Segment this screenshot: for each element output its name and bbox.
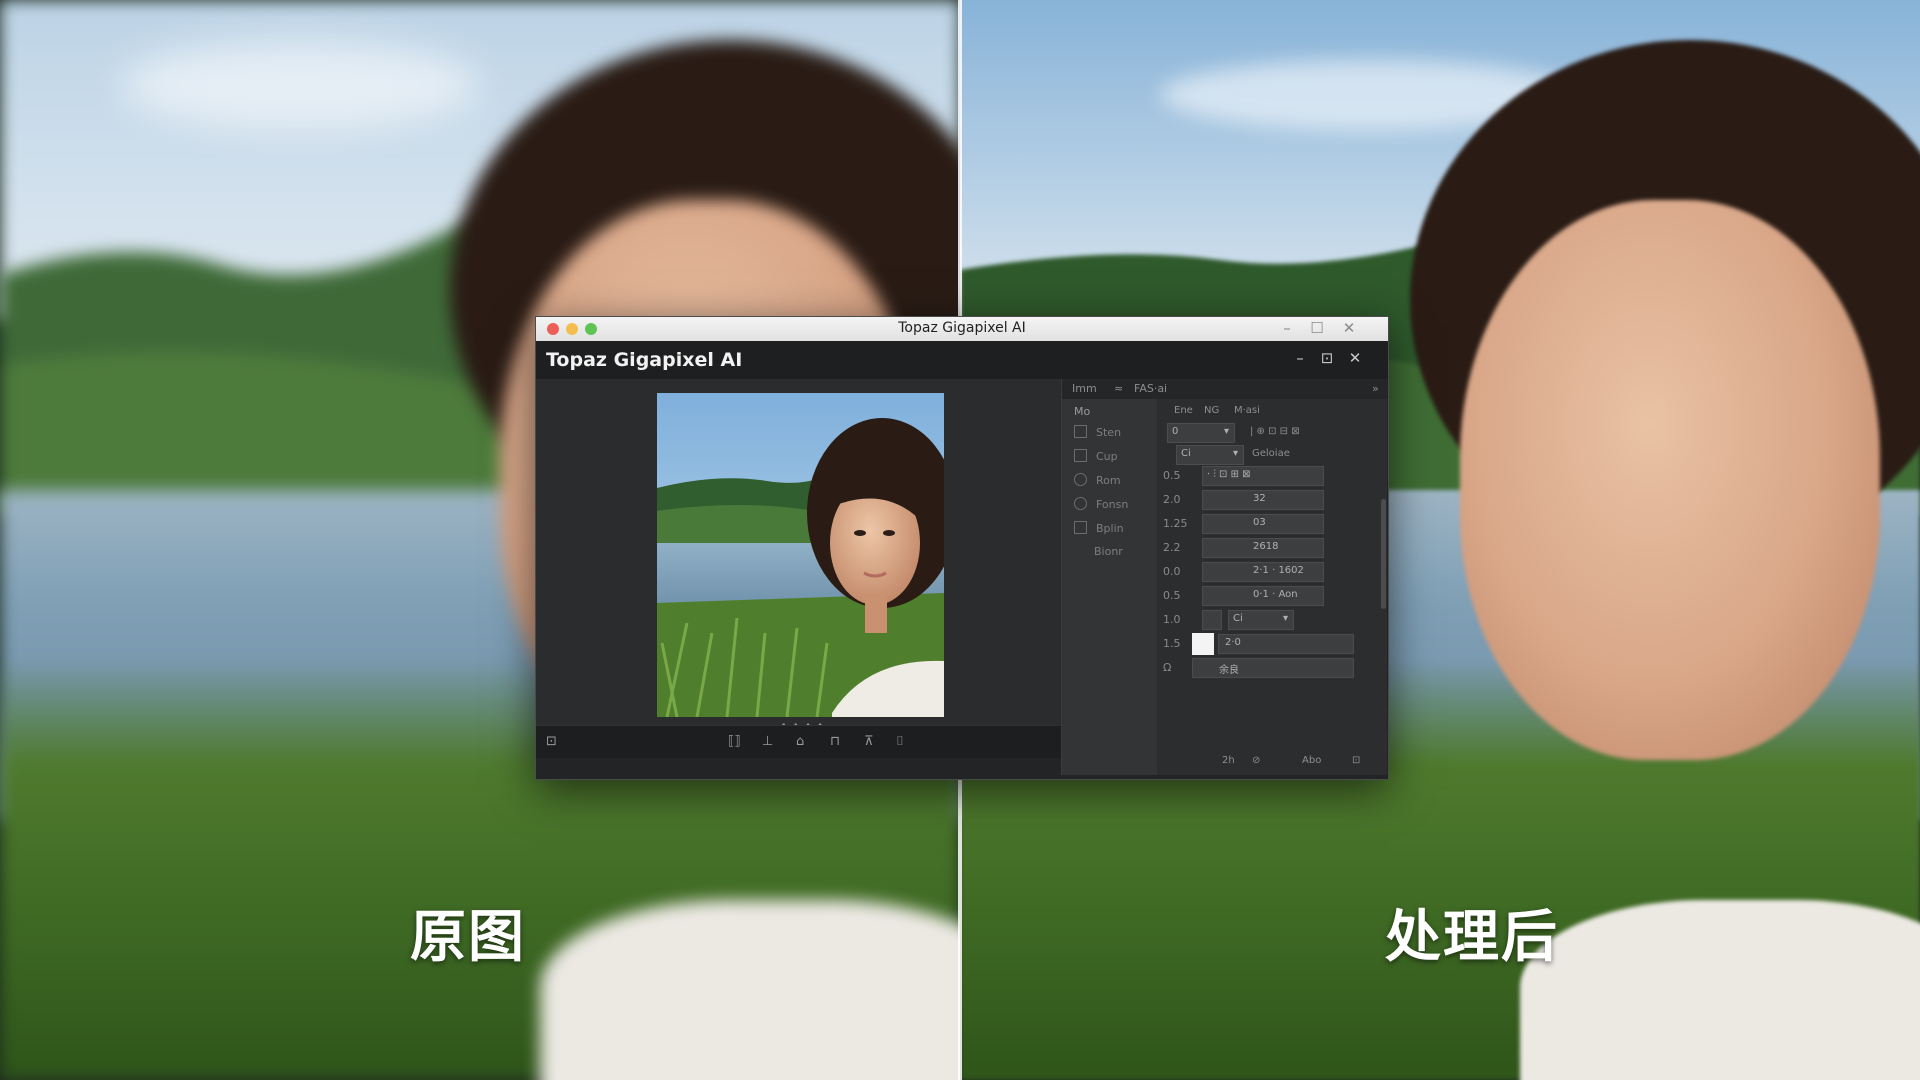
window-title: Topaz Gigapixel AI (898, 320, 1026, 336)
tab-compare[interactable]: ≈ (1114, 382, 1123, 395)
param-field[interactable]: 2·1 · 1602 (1202, 562, 1324, 582)
app-minimize-button[interactable]: – (1288, 349, 1312, 367)
param-label: 1.0 (1163, 613, 1181, 626)
preset-select[interactable]: 0 ▾ (1167, 423, 1235, 443)
param-label: 2.2 (1163, 541, 1181, 554)
model-item[interactable]: Cup (1074, 449, 1118, 463)
window-minimize-button[interactable]: – (1274, 319, 1300, 337)
preview-image (657, 393, 944, 717)
app-maximize-button[interactable]: ⊡ (1315, 349, 1339, 367)
subtab-1[interactable]: Ene (1174, 405, 1193, 416)
radio-icon[interactable] (1074, 473, 1087, 486)
param-field[interactable]: 0·1 · Aon (1202, 586, 1324, 606)
model-list: Mo Sten Cup Rom Fonsn Bplin Bionr (1062, 399, 1157, 775)
compare-icon[interactable]: ⊡ (546, 734, 557, 749)
window-close-button[interactable]: ✕ (1336, 319, 1362, 337)
settings-panel: Imm ≈ FAS·ai » Mo Sten Cup Rom Fonsn Bpl… (1061, 379, 1387, 775)
subtab-3[interactable]: M·asi (1234, 405, 1260, 416)
title-bar[interactable]: Topaz Gigapixel AI – ☐ ✕ (536, 317, 1388, 342)
shirt (1520, 900, 1920, 1080)
param-field[interactable]: ⋅ ⫶ ⊡ ⊞ ⊠ (1202, 466, 1324, 486)
caption-processed: 处理后 (1385, 905, 1559, 970)
caption-original: 原图 (410, 905, 526, 970)
footer-icon[interactable]: ⊘ (1252, 755, 1260, 766)
tab-image[interactable]: Imm (1072, 382, 1097, 395)
face (1460, 200, 1880, 760)
crop-icon[interactable]: ⊓ (830, 734, 840, 749)
panel-tabs: Imm ≈ FAS·ai » (1062, 379, 1387, 399)
param-label: 1.25 (1163, 517, 1188, 530)
tab-ai[interactable]: FAS·ai (1134, 382, 1167, 395)
model-item[interactable]: Fonsn (1074, 497, 1128, 511)
more-icon[interactable]: » (1372, 382, 1379, 395)
tool-icons[interactable]: | ⊕ ⊡ ⊟ ⊠ (1250, 426, 1300, 437)
param-label: 2.0 (1163, 493, 1181, 506)
model-item[interactable]: Rom (1074, 473, 1121, 487)
align-icon[interactable]: ⊥ (762, 734, 773, 749)
param-label: 1.5 (1163, 637, 1181, 650)
param-field[interactable]: 余良 (1192, 658, 1354, 678)
footer-item[interactable]: 2h (1222, 755, 1235, 766)
param-label: 0.5 (1163, 469, 1181, 482)
param-toggle[interactable] (1202, 610, 1222, 630)
model-list-header: Mo (1074, 405, 1091, 418)
home-icon[interactable]: ⌂ (796, 734, 804, 749)
param-label: Ω (1163, 661, 1172, 674)
checkbox-icon[interactable] (1074, 425, 1087, 438)
frame-icon[interactable]: ⌷ (896, 734, 904, 749)
app-close-button[interactable]: ✕ (1343, 349, 1367, 367)
param-label: 0.0 (1163, 565, 1181, 578)
app-window: Topaz Gigapixel AI – ☐ ✕ Topaz Gigapixel… (535, 316, 1389, 780)
checkbox-icon[interactable] (1074, 521, 1087, 534)
radio-icon[interactable] (1074, 497, 1087, 510)
mark-icon (1074, 546, 1085, 557)
app-name: Topaz Gigapixel AI (546, 349, 743, 371)
preview-canvas[interactable]: • • • • (536, 379, 1061, 731)
cloud (120, 40, 480, 130)
shirt (540, 900, 960, 1080)
window-maximize-button[interactable]: ☐ (1304, 319, 1330, 337)
fit-icon[interactable]: ⟦⟧ (728, 734, 741, 749)
mode-select[interactable]: Ci ▾ (1176, 445, 1244, 465)
param-field[interactable]: 03 (1202, 514, 1324, 534)
bottom-toolbar: ⊡ ⟦⟧ ⊥ ⌂ ⊓ ⊼ ⌷ (536, 725, 1061, 758)
param-field[interactable]: 2·0 (1218, 634, 1354, 654)
param-select[interactable]: Ci ▾ (1228, 610, 1294, 630)
model-item[interactable]: Sten (1074, 425, 1121, 439)
checkbox-icon[interactable] (1074, 449, 1087, 462)
subtab-2[interactable]: NG (1204, 405, 1219, 416)
footer-icon[interactable]: ⊡ (1352, 755, 1360, 766)
color-swatch[interactable] (1192, 633, 1214, 655)
footer-item[interactable]: Abo (1302, 755, 1321, 766)
model-item[interactable]: Bplin (1074, 521, 1124, 535)
panel-scrollbar[interactable] (1381, 499, 1386, 609)
option-label: Geloiae (1252, 448, 1290, 459)
param-field[interactable]: 2618 (1202, 538, 1324, 558)
app-header: Topaz Gigapixel AI – ⊡ ✕ (536, 341, 1388, 379)
preview-thumbnail[interactable] (657, 393, 944, 717)
model-item[interactable]: Bionr (1074, 545, 1123, 558)
zoom-icon[interactable]: ⊼ (864, 734, 874, 749)
param-label: 0.5 (1163, 589, 1181, 602)
param-field[interactable]: 32 (1202, 490, 1324, 510)
